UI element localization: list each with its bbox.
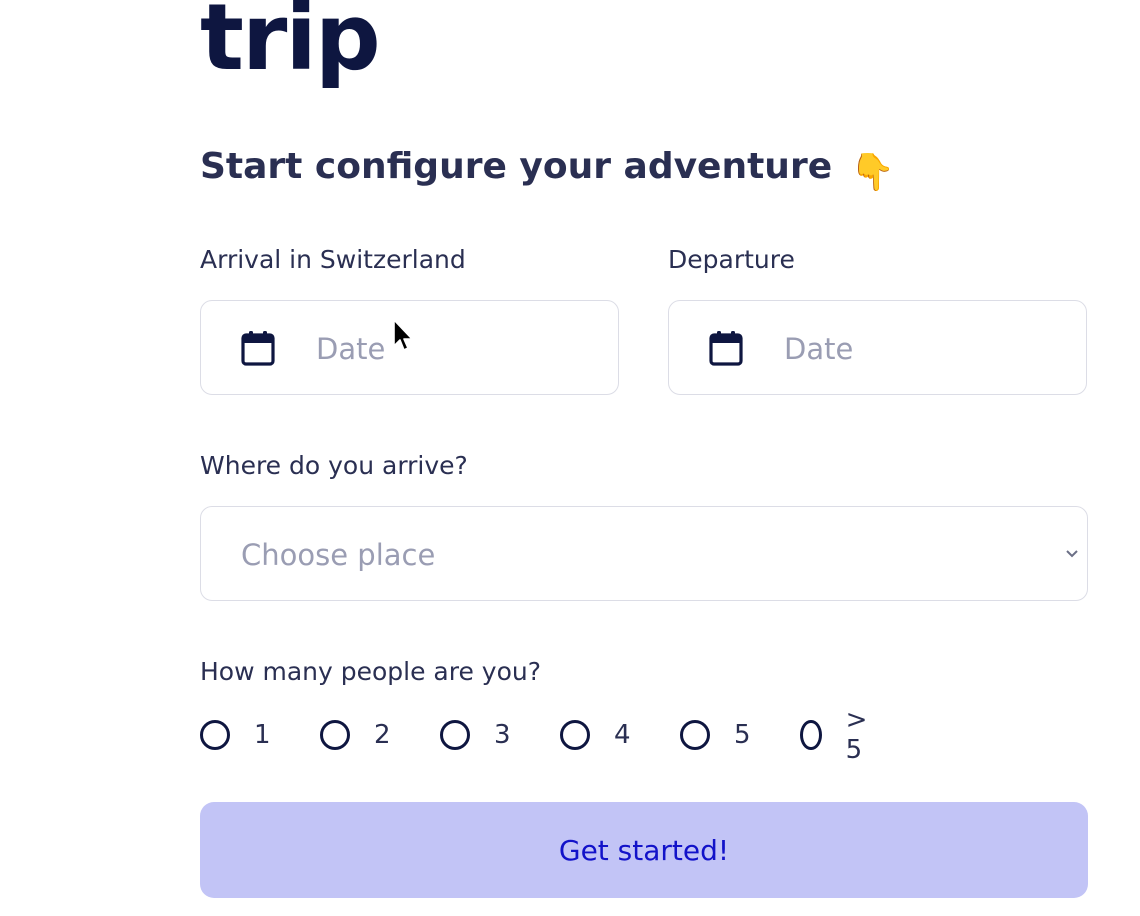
radio-label: 5 (734, 720, 751, 750)
departure-label: Departure (668, 245, 795, 274)
subtitle-text: Start configure your adventure (200, 146, 833, 187)
radio-button[interactable] (320, 720, 350, 750)
radio-option-1[interactable]: 1 (200, 715, 271, 755)
radio-option-more-than-5[interactable]: > 5 (800, 705, 876, 765)
radio-label: 4 (614, 720, 631, 750)
radio-button[interactable] (800, 720, 822, 750)
radio-button[interactable] (440, 720, 470, 750)
radio-label: 2 (374, 720, 391, 750)
calendar-icon (241, 331, 275, 366)
radio-button[interactable] (680, 720, 710, 750)
chevron-down-icon (1066, 550, 1078, 558)
departure-date-placeholder: Date (784, 332, 854, 366)
radio-label: 1 (254, 720, 271, 750)
page-subtitle: Start configure your adventure 👇 (200, 143, 895, 197)
radio-option-3[interactable]: 3 (440, 715, 511, 755)
place-placeholder: Choose place (241, 538, 436, 572)
departure-date-field[interactable]: Date (668, 300, 1087, 395)
radio-option-4[interactable]: 4 (560, 715, 631, 755)
place-select[interactable]: Choose place (200, 506, 1088, 601)
arrival-date-placeholder: Date (316, 332, 386, 366)
radio-label: 3 (494, 720, 511, 750)
place-label: Where do you arrive? (200, 451, 468, 480)
radio-button[interactable] (560, 720, 590, 750)
calendar-icon (709, 331, 743, 366)
page-title: trip (200, 0, 381, 91)
people-label: How many people are you? (200, 657, 542, 686)
radio-label: > 5 (845, 705, 868, 765)
arrival-label: Arrival in Switzerland (200, 245, 466, 274)
pointing-down-hand-icon: 👇 (850, 152, 895, 193)
radio-button[interactable] (200, 720, 230, 750)
get-started-button[interactable]: Get started! (200, 802, 1088, 898)
mouse-cursor-icon (393, 319, 413, 351)
radio-option-2[interactable]: 2 (320, 715, 391, 755)
radio-option-5[interactable]: 5 (680, 715, 751, 755)
